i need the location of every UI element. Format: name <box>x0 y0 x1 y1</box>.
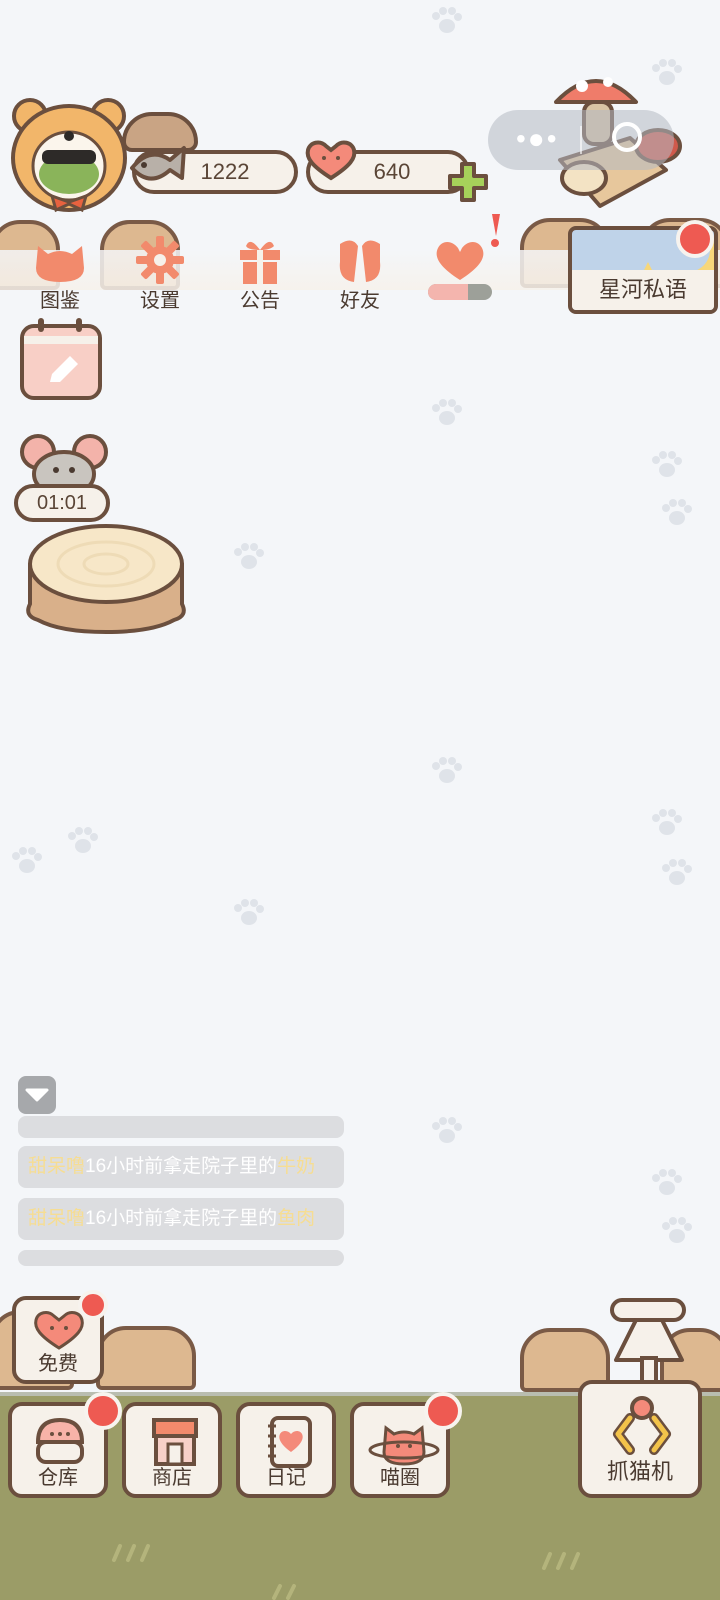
paw-print-icon <box>234 899 264 925</box>
circle-label: 喵圈 <box>380 1467 420 1489</box>
calendar-ring <box>76 318 82 332</box>
alert-icon <box>491 214 500 247</box>
fence-post <box>96 1326 196 1390</box>
more-icon[interactable]: •●• <box>516 125 559 153</box>
claw-icon <box>613 1396 671 1455</box>
divider <box>580 126 582 154</box>
claw-machine-button[interactable]: 抓猫机 <box>578 1380 702 1498</box>
close-miniprogram-icon[interactable] <box>612 122 642 152</box>
paw-print-icon <box>432 757 462 783</box>
heart-icon <box>305 140 357 181</box>
friends-icon <box>339 240 381 282</box>
menu-settings[interactable]: 设置 <box>120 228 200 318</box>
paw-print-icon <box>662 499 692 525</box>
miniprogram-capsule[interactable]: •●• <box>488 110 674 170</box>
shop-button[interactable]: 商店 <box>122 1402 222 1498</box>
paw-print-icon <box>432 1117 462 1143</box>
love-progress-bar <box>428 284 492 300</box>
heart-paw-icon <box>436 242 484 280</box>
calendar-ring <box>38 318 44 332</box>
grass-tuft-icon <box>542 1552 580 1570</box>
paw-print-icon <box>432 7 462 33</box>
grass-tuft-icon <box>112 1544 150 1562</box>
feed-item: 甜呆噜16小时前拿走院子里的鱼肉 <box>18 1198 344 1240</box>
banner-label: 星河私语 <box>598 277 687 302</box>
feed-item-partial <box>18 1116 344 1138</box>
diary-button[interactable]: 日记 <box>236 1402 336 1498</box>
feed-text: 16小时前拿走院子里的 <box>85 1208 278 1229</box>
paw-print-icon <box>432 399 462 425</box>
notification-badge <box>676 220 714 258</box>
gift-icon <box>240 241 280 284</box>
claw-machine-top <box>610 1298 686 1382</box>
paw-print-icon <box>652 451 682 477</box>
mouse-icon[interactable] <box>18 432 110 492</box>
feed-user: 甜呆噜 <box>28 1208 86 1229</box>
feed-toggle-button[interactable] <box>18 1076 56 1114</box>
free-label: 免费 <box>38 1353 78 1375</box>
menu-collection[interactable]: 图鉴 <box>20 228 100 318</box>
calendar-header <box>24 336 98 344</box>
gear-icon <box>136 236 184 284</box>
menu-label: 好友 <box>340 290 380 312</box>
add-hearts-button[interactable] <box>446 160 490 204</box>
menu-love[interactable] <box>420 214 500 318</box>
notification-badge <box>78 1290 108 1320</box>
menu-friends[interactable]: 好友 <box>320 228 400 318</box>
paw-print-icon <box>662 1217 692 1243</box>
menu-label: 图鉴 <box>40 290 80 312</box>
avatar[interactable] <box>8 96 130 214</box>
task-calendar-button[interactable] <box>20 324 102 400</box>
feed-user: 甜呆噜 <box>28 1156 86 1177</box>
chevron-down-icon <box>25 1088 49 1102</box>
paw-print-icon <box>12 847 42 873</box>
diary-label: 日记 <box>266 1467 306 1489</box>
menu-label: 公告 <box>240 290 280 312</box>
menu-notice[interactable]: 公告 <box>220 228 300 318</box>
feed-item-name: 鱼肉 <box>277 1208 316 1229</box>
paw-print-icon <box>662 859 692 885</box>
notification-badge <box>424 1392 462 1430</box>
warehouse-label: 仓库 <box>38 1467 78 1489</box>
love-progress-fill <box>428 284 468 300</box>
mouse-timer-text: 01:01 <box>36 492 88 514</box>
fish-icon <box>130 146 186 181</box>
shop-label: 商店 <box>152 1467 192 1489</box>
paw-print-icon <box>652 1169 682 1195</box>
notification-badge <box>84 1392 122 1430</box>
feed-item-name: 牛奶 <box>277 1156 316 1177</box>
feed-item: 甜呆噜16小时前拿走院子里的牛奶 <box>18 1146 344 1188</box>
paw-print-icon <box>68 827 98 853</box>
feed-text: 16小时前拿走院子里的 <box>85 1156 278 1177</box>
claw-machine-label: 抓猫机 <box>606 1459 673 1484</box>
pencil-icon <box>50 356 78 382</box>
cat-head-icon <box>36 246 84 282</box>
menu-label: 设置 <box>140 290 180 312</box>
tree-stump[interactable] <box>20 520 192 636</box>
paw-print-icon <box>234 543 264 569</box>
feed-item-partial <box>18 1250 344 1266</box>
paw-print-icon <box>652 809 682 835</box>
grass-tuft-icon <box>272 1584 296 1600</box>
mouse-timer: 01:01 <box>14 484 110 522</box>
